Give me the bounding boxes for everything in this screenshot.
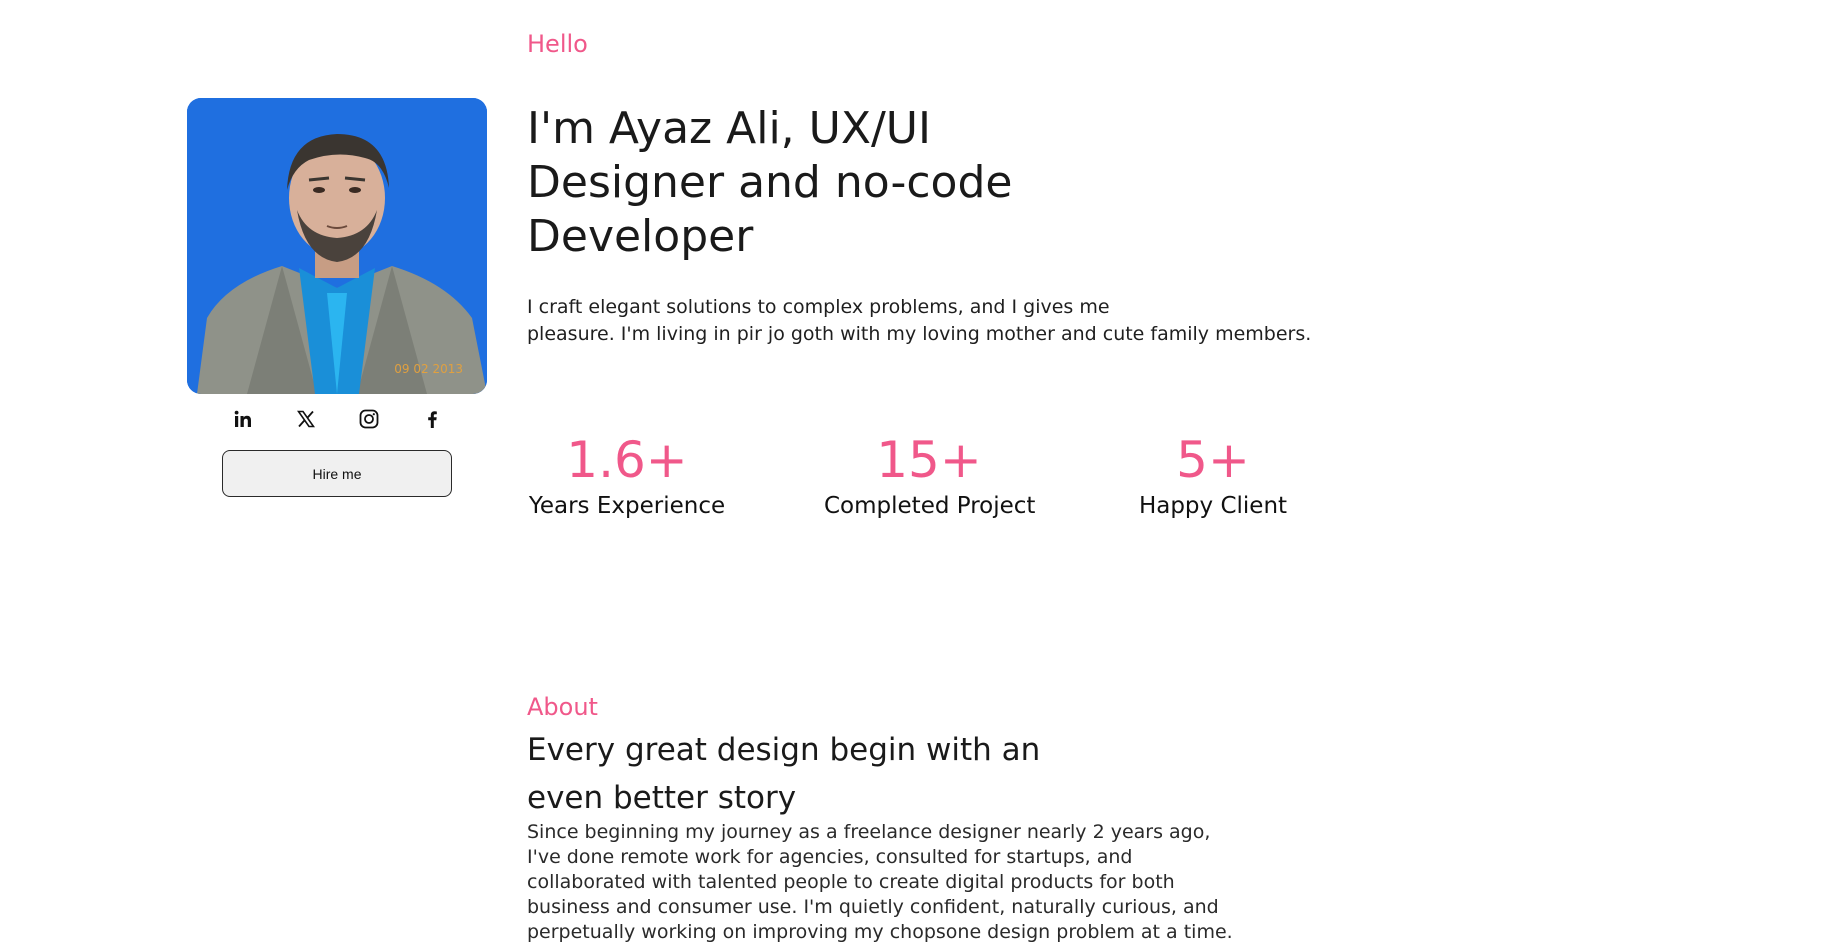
hero-title: I'm Ayaz Ali, UX/UI Designer and no-code… xyxy=(527,102,1047,264)
stat-value: 15+ xyxy=(876,431,982,489)
stat-label: Years Experience xyxy=(528,493,726,519)
stat-value: 1.6+ xyxy=(566,431,688,489)
stat-happy-client: 5+ Happy Client xyxy=(1133,430,1293,522)
about-title-line: Every great design begin with an xyxy=(527,732,1041,768)
profile-photo: 09 02 2013 xyxy=(187,98,487,394)
about-body-line: I've done remote work for agencies, cons… xyxy=(527,846,1133,868)
linkedin-icon[interactable] xyxy=(231,407,255,431)
about-body-line: Since beginning my journey as a freelanc… xyxy=(527,821,1211,843)
about-body-line: perpetually working on improving my chop… xyxy=(527,921,1233,943)
facebook-icon[interactable] xyxy=(420,407,444,431)
greeting-label: Hello xyxy=(527,30,588,58)
profile-photo-illustration xyxy=(187,98,487,394)
about-body-line: collaborated with talented people to cre… xyxy=(527,871,1175,893)
intro-text: I craft elegant solutions to complex pro… xyxy=(527,294,1327,348)
hero-title-line: Developer xyxy=(527,211,754,262)
instagram-icon[interactable] xyxy=(357,407,381,431)
x-icon[interactable] xyxy=(294,407,318,431)
intro-line: I craft elegant solutions to complex pro… xyxy=(527,296,1110,318)
stat-value: 5+ xyxy=(1176,431,1250,489)
stats-section: 1.6+ Years Experience 15+ Completed Proj… xyxy=(527,430,1307,540)
intro-line: pleasure. I'm living in pir jo goth with… xyxy=(527,323,1312,345)
photo-date-stamp: 09 02 2013 xyxy=(394,362,463,376)
portfolio-page: 09 02 2013 Hire me Hello I'm Ayaz Ali, U… xyxy=(0,0,1831,943)
stat-years-experience: 1.6+ Years Experience xyxy=(527,430,727,522)
profile-column: 09 02 2013 Hire me xyxy=(187,98,487,497)
about-section-label: About xyxy=(527,693,598,721)
stat-label: Happy Client xyxy=(1138,493,1288,519)
hero-title-line: I'm Ayaz Ali, UX/UI xyxy=(527,103,931,154)
about-title: Every great design begin with an even be… xyxy=(527,726,1047,822)
hero-title-line: Designer and no-code xyxy=(527,157,1013,208)
about-body-line: business and consumer use. I'm quietly c… xyxy=(527,896,1219,918)
social-links xyxy=(187,404,487,434)
stat-label: Completed Project xyxy=(824,493,1036,519)
about-title-line: even better story xyxy=(527,780,797,816)
stat-completed-project: 15+ Completed Project xyxy=(824,430,1036,522)
hire-me-button[interactable]: Hire me xyxy=(222,450,452,497)
about-body: Since beginning my journey as a freelanc… xyxy=(527,820,1233,945)
